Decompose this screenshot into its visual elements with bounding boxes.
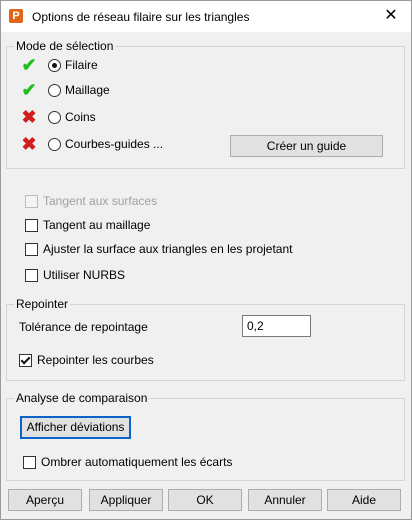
selection-row-filaire: ✔ Filaire bbox=[20, 54, 98, 75]
app-icon: P bbox=[9, 9, 23, 23]
close-icon[interactable]: ✕ bbox=[381, 6, 401, 26]
tangent-surfaces-label[interactable]: Tangent aux surfaces bbox=[43, 194, 157, 208]
selection-group-title: Mode de sélection bbox=[14, 39, 116, 53]
selection-row-coins: ✖ Coins bbox=[20, 106, 96, 127]
repoint-group-title: Repointer bbox=[14, 297, 71, 311]
repoint-group bbox=[6, 304, 405, 381]
show-deviations-button[interactable]: Afficher déviations bbox=[20, 416, 131, 439]
help-button[interactable]: Aide bbox=[327, 489, 401, 511]
cancel-button[interactable]: Annuler bbox=[248, 489, 322, 511]
selection-row-courbes: ✖ Courbes-guides ... bbox=[20, 133, 163, 154]
option-tangent-surfaces: Tangent aux surfaces bbox=[25, 194, 157, 208]
selection-row-maillage: ✔ Maillage bbox=[20, 79, 110, 100]
option-use-nurbs: Utiliser NURBS bbox=[25, 268, 125, 282]
radio-filaire-label[interactable]: Filaire bbox=[65, 58, 98, 72]
repoint-curves-checkbox[interactable] bbox=[19, 353, 32, 367]
radio-coins[interactable] bbox=[48, 110, 61, 124]
repoint-curves-row: Repointer les courbes bbox=[19, 353, 154, 367]
radio-filaire[interactable] bbox=[48, 58, 61, 72]
tolerance-row: Tolérance de repointage bbox=[19, 320, 148, 334]
radio-maillage[interactable] bbox=[48, 83, 61, 97]
repoint-curves-label[interactable]: Repointer les courbes bbox=[37, 353, 154, 367]
option-tangent-mesh: Tangent au maillage bbox=[25, 218, 150, 232]
radio-coins-label[interactable]: Coins bbox=[65, 110, 96, 124]
ok-button[interactable]: OK bbox=[168, 489, 242, 511]
tangent-surfaces-checkbox[interactable] bbox=[25, 194, 38, 208]
radio-courbes-guides-label[interactable]: Courbes-guides ... bbox=[65, 137, 163, 151]
check-icon: ✔ bbox=[21, 54, 37, 75]
tolerance-input[interactable]: 0,2 bbox=[242, 315, 311, 337]
use-nurbs-checkbox[interactable] bbox=[25, 268, 38, 282]
tangent-mesh-label[interactable]: Tangent au maillage bbox=[43, 218, 150, 232]
apply-button[interactable]: Appliquer bbox=[89, 489, 163, 511]
window-title: Options de réseau filaire sur les triang… bbox=[32, 10, 250, 24]
shade-auto-row: Ombrer automatiquement les écarts bbox=[23, 455, 232, 469]
adjust-surface-checkbox[interactable] bbox=[25, 242, 38, 256]
tolerance-label: Tolérance de repointage bbox=[19, 320, 148, 334]
cross-icon: ✖ bbox=[21, 106, 37, 127]
adjust-surface-label[interactable]: Ajuster la surface aux triangles en les … bbox=[43, 242, 292, 256]
radio-courbes-guides[interactable] bbox=[48, 137, 61, 151]
cross-icon: ✖ bbox=[21, 133, 37, 154]
radio-maillage-label[interactable]: Maillage bbox=[65, 83, 110, 97]
check-icon: ✔ bbox=[21, 79, 37, 100]
tangent-mesh-checkbox[interactable] bbox=[25, 218, 38, 232]
preview-button[interactable]: Aperçu bbox=[8, 489, 82, 511]
shade-auto-checkbox[interactable] bbox=[23, 455, 36, 469]
analysis-group-title: Analyse de comparaison bbox=[14, 391, 150, 405]
option-adjust-surface: Ajuster la surface aux triangles en les … bbox=[25, 242, 292, 256]
use-nurbs-label[interactable]: Utiliser NURBS bbox=[43, 268, 125, 282]
shade-auto-label[interactable]: Ombrer automatiquement les écarts bbox=[41, 455, 232, 469]
dialog-window: P Options de réseau filaire sur les tria… bbox=[0, 0, 412, 520]
title-bar: P Options de réseau filaire sur les tria… bbox=[1, 1, 411, 32]
create-guide-button[interactable]: Créer un guide bbox=[230, 135, 383, 157]
